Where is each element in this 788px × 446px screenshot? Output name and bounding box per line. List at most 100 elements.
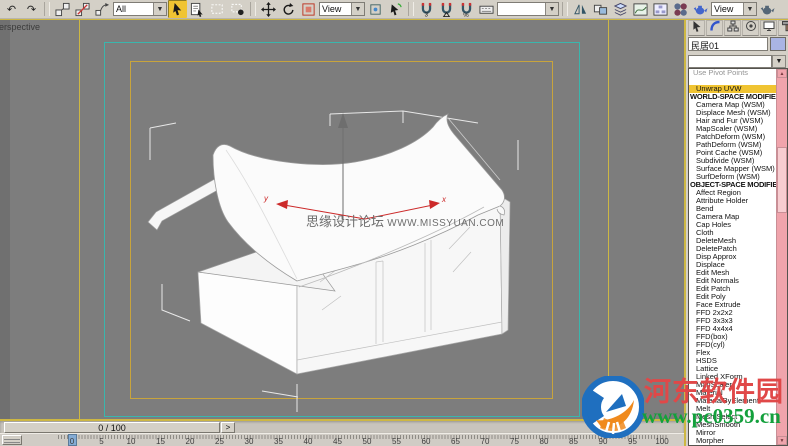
render-setup-button[interactable] bbox=[691, 0, 710, 18]
select-and-link-button[interactable] bbox=[53, 0, 72, 18]
modifier-item[interactable]: FFD 2x2x2 bbox=[689, 309, 776, 317]
modifier-item[interactable]: Edit Poly bbox=[689, 293, 776, 301]
object-color-swatch[interactable] bbox=[770, 37, 786, 51]
modifier-item[interactable]: Mirror bbox=[689, 429, 776, 437]
time-slider-track[interactable]: 0 / 100 > bbox=[0, 421, 684, 434]
use-pivot-point-center-button[interactable] bbox=[366, 0, 385, 18]
modifier-item-use-pivot-points[interactable]: Use Pivot Points bbox=[689, 69, 776, 77]
modifier-item[interactable]: Disp Approx bbox=[689, 253, 776, 261]
modifier-item[interactable]: Flex bbox=[689, 349, 776, 357]
mini-curve-editor-button[interactable] bbox=[2, 435, 22, 445]
modifier-item[interactable]: MaterialByElement bbox=[689, 397, 776, 405]
unlink-selection-button[interactable] bbox=[73, 0, 92, 18]
modifier-item[interactable]: Cloth bbox=[689, 229, 776, 237]
tab-create[interactable] bbox=[688, 20, 705, 36]
modifier-item[interactable]: Surface Mapper (WSM) bbox=[689, 165, 776, 173]
modifier-item[interactable]: FFD 4x4x4 bbox=[689, 325, 776, 333]
modifier-item-blank[interactable] bbox=[689, 77, 776, 85]
keyboard-shortcut-override-button[interactable] bbox=[477, 0, 496, 18]
modifier-item[interactable]: Camera Map (WSM) bbox=[689, 101, 776, 109]
modifier-item[interactable]: FFD 3x3x3 bbox=[689, 317, 776, 325]
tab-motion[interactable] bbox=[742, 20, 759, 36]
modifier-item[interactable]: HSDS bbox=[689, 357, 776, 365]
angle-snap-toggle-button[interactable] bbox=[437, 0, 456, 18]
named-selection-sets-combo[interactable]: ▼ bbox=[497, 2, 559, 16]
modifier-item[interactable]: SurfDeform (WSM) bbox=[689, 173, 776, 181]
reference-coordinate-system-combo[interactable]: View▼ bbox=[319, 2, 365, 16]
select-and-manipulate-button[interactable] bbox=[386, 0, 405, 18]
next-frame-button[interactable]: > bbox=[221, 422, 235, 433]
modifier-item[interactable]: PatchDeform (WSM) bbox=[689, 133, 776, 141]
rectangular-selection-region-button[interactable] bbox=[208, 0, 227, 18]
select-and-rotate-button[interactable] bbox=[279, 0, 298, 18]
modifier-item[interactable]: Melt bbox=[689, 405, 776, 413]
mirror-button[interactable] bbox=[571, 0, 590, 18]
snap-toggle-3d-button[interactable]: 3 bbox=[417, 0, 436, 18]
modifier-item[interactable]: Edit Normals bbox=[689, 277, 776, 285]
track-bar[interactable]: 0510152025303540455055606570758085909510… bbox=[0, 434, 684, 446]
modifier-item[interactable]: Mesh Select bbox=[689, 413, 776, 421]
chevron-down-icon[interactable]: ▼ bbox=[351, 3, 364, 15]
tab-modify[interactable] bbox=[706, 20, 723, 36]
scroll-down-icon[interactable]: ▼ bbox=[777, 436, 787, 445]
chevron-down-icon[interactable]: ▼ bbox=[153, 3, 166, 15]
modifier-item[interactable]: MeshSmooth bbox=[689, 421, 776, 429]
modifier-item[interactable]: FFD(box) bbox=[689, 333, 776, 341]
scrollbar-thumb[interactable] bbox=[777, 147, 787, 213]
modifier-item[interactable]: Cap Holes bbox=[689, 221, 776, 229]
modifier-item[interactable]: Linked XForm bbox=[689, 373, 776, 381]
modifier-item[interactable]: Hair and Fur (WSM) bbox=[689, 117, 776, 125]
scroll-up-icon[interactable]: ▲ bbox=[777, 69, 787, 78]
quick-render-button[interactable] bbox=[758, 0, 777, 18]
modifier-item[interactable]: MapScaler (WSM) bbox=[689, 125, 776, 133]
modifier-item[interactable]: Edit Patch bbox=[689, 285, 776, 293]
modifier-item[interactable]: MapScaler bbox=[689, 381, 776, 389]
modifier-list-combo[interactable]: ▼ bbox=[688, 55, 786, 68]
modifier-item[interactable]: Lattice bbox=[689, 365, 776, 373]
modifier-item[interactable]: Attribute Holder bbox=[689, 197, 776, 205]
undo-button[interactable]: ↶ bbox=[2, 0, 21, 18]
material-editor-button[interactable] bbox=[671, 0, 690, 18]
chevron-down-icon[interactable]: ▼ bbox=[545, 3, 558, 15]
bind-to-space-warp-button[interactable] bbox=[93, 0, 112, 18]
schematic-view-button[interactable] bbox=[651, 0, 670, 18]
curve-editor-button[interactable] bbox=[631, 0, 650, 18]
window-crossing-toggle-button[interactable] bbox=[228, 0, 247, 18]
tab-hierarchy[interactable] bbox=[724, 20, 741, 36]
modifier-item[interactable]: FFD(cyl) bbox=[689, 341, 776, 349]
modifier-item[interactable]: Morpher bbox=[689, 437, 776, 445]
modifier-item[interactable]: Subdivide (WSM) bbox=[689, 157, 776, 165]
select-and-move-button[interactable] bbox=[259, 0, 278, 18]
modifier-item-selected[interactable]: Unwrap UVW bbox=[689, 85, 776, 93]
select-object-button[interactable] bbox=[168, 0, 187, 18]
time-slider[interactable]: 0 / 100 bbox=[4, 422, 220, 433]
select-and-scale-button[interactable] bbox=[299, 0, 318, 18]
modifier-item[interactable]: PathDeform (WSM) bbox=[689, 141, 776, 149]
object-name-field[interactable]: 民居01 bbox=[688, 37, 768, 51]
layer-manager-button[interactable] bbox=[611, 0, 630, 18]
render-view-combo[interactable]: View▼ bbox=[711, 2, 757, 16]
chevron-down-icon[interactable]: ▼ bbox=[772, 55, 786, 68]
perspective-viewport[interactable]: Perspective bbox=[0, 19, 684, 419]
selection-filter-combo[interactable]: All▼ bbox=[113, 2, 167, 16]
modifier-item[interactable]: Material bbox=[689, 389, 776, 397]
modifier-list-field[interactable] bbox=[688, 55, 772, 68]
select-by-name-button[interactable] bbox=[188, 0, 207, 18]
modifier-item[interactable]: Displace Mesh (WSM) bbox=[689, 109, 776, 117]
percent-snap-toggle-button[interactable]: % bbox=[457, 0, 476, 18]
redo-button[interactable]: ↷ bbox=[22, 0, 41, 18]
tab-utilities[interactable] bbox=[778, 20, 788, 36]
chevron-down-icon[interactable]: ▼ bbox=[743, 3, 756, 15]
modifier-item[interactable]: DeleteMesh bbox=[689, 237, 776, 245]
modifier-item[interactable]: Affect Region bbox=[689, 189, 776, 197]
align-button[interactable] bbox=[591, 0, 610, 18]
modifier-item[interactable]: Displace bbox=[689, 261, 776, 269]
dropdown-scrollbar[interactable]: ▲ ▼ bbox=[776, 69, 787, 445]
modifier-item[interactable]: DeletePatch bbox=[689, 245, 776, 253]
modifier-item[interactable]: Camera Map bbox=[689, 213, 776, 221]
modifier-item[interactable]: Edit Mesh bbox=[689, 269, 776, 277]
modifier-item[interactable]: Point Cache (WSM) bbox=[689, 149, 776, 157]
modifier-item[interactable]: Bend bbox=[689, 205, 776, 213]
tab-display[interactable] bbox=[760, 20, 777, 36]
modifier-item[interactable]: Face Extrude bbox=[689, 301, 776, 309]
